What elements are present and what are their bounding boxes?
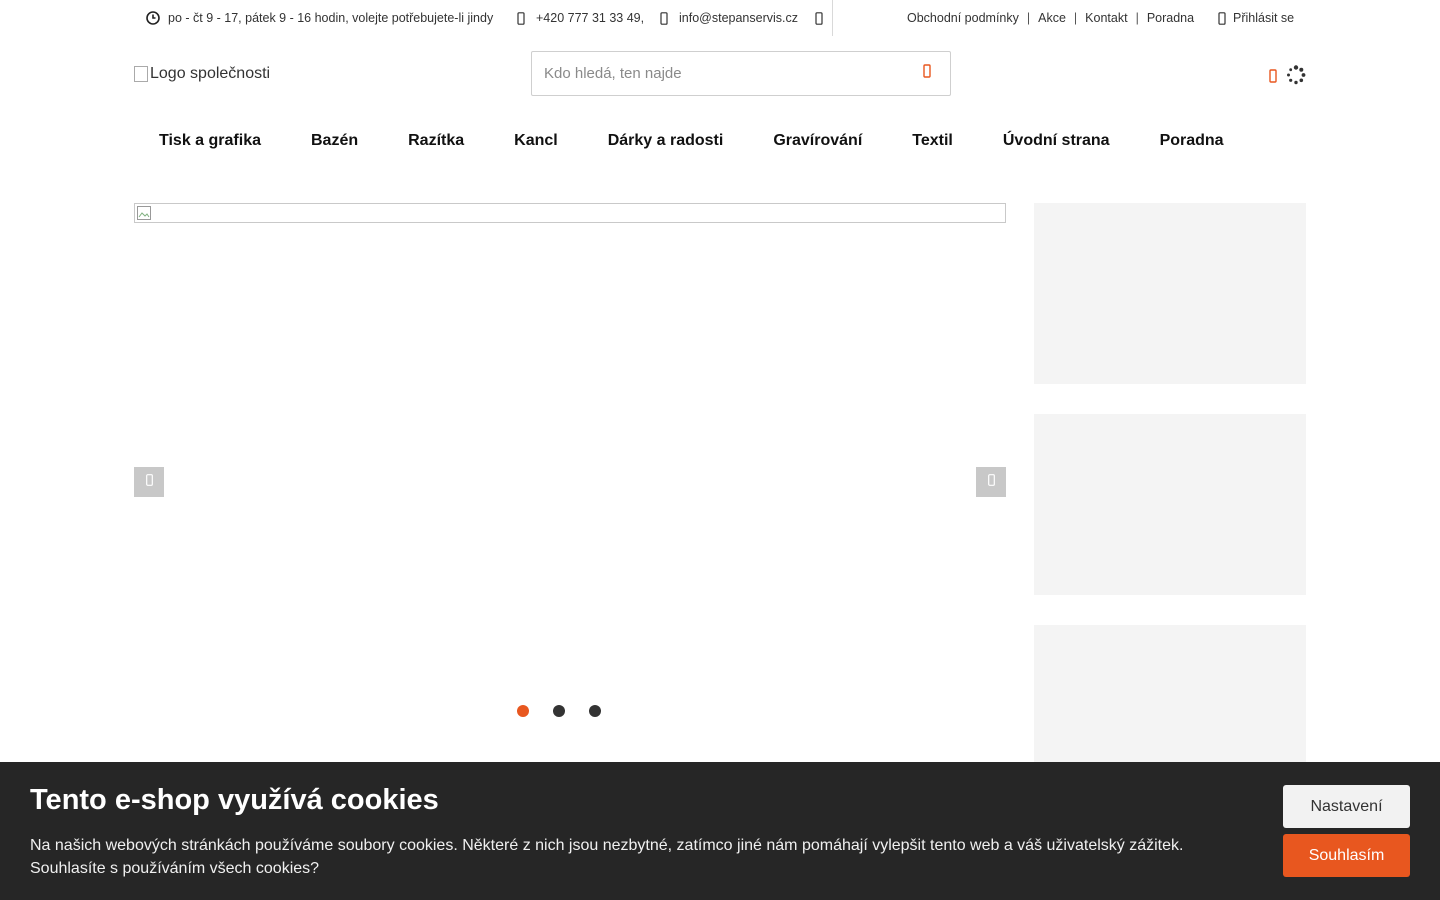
top-info-bar: po - čt 9 - 17, pátek 9 - 16 hodin, vole… (0, 0, 1440, 36)
search-box (531, 51, 951, 96)
carousel-dot-3[interactable] (589, 705, 601, 717)
cookie-consent-bar: Tento e-shop využívá cookies Na našich w… (0, 762, 1440, 900)
carousel-prev-button[interactable] (134, 467, 164, 497)
cookie-accept-button[interactable]: Souhlasím (1283, 834, 1410, 877)
link-separator: | (1026, 11, 1031, 25)
carousel-dot-1[interactable] (517, 705, 529, 717)
link-separator: | (1073, 11, 1078, 25)
hero-carousel (134, 203, 1006, 733)
nav-item-poradna[interactable]: Poradna (1135, 132, 1249, 150)
link-obchodni-podminky[interactable]: Obchodní podmínky (907, 11, 1019, 25)
search-icon (923, 64, 931, 83)
company-logo[interactable]: Logo společnosti (134, 62, 270, 86)
side-banner-1[interactable] (1034, 203, 1306, 384)
main-navigation: Tisk a grafika Bazén Razítka Kancl Dárky… (134, 122, 1249, 160)
login-link[interactable]: Přihlásit se (1218, 0, 1294, 36)
facebook-icon[interactable] (812, 11, 826, 25)
facebook-link[interactable] (812, 0, 834, 36)
logo-alt-text: Logo společnosti (150, 65, 271, 82)
clock-icon (146, 11, 160, 25)
cookie-settings-button[interactable]: Nastavení (1283, 785, 1410, 828)
nav-item-textil[interactable]: Textil (887, 132, 978, 150)
cart-icon[interactable] (1266, 66, 1280, 86)
link-poradna[interactable]: Poradna (1147, 11, 1194, 25)
nav-item-bazen[interactable]: Bazén (286, 132, 383, 150)
phone-icon (514, 11, 528, 25)
envelope-icon (657, 11, 671, 25)
nav-item-darky-a-radosti[interactable]: Dárky a radosti (583, 132, 749, 150)
side-banner-2[interactable] (1034, 414, 1306, 595)
nav-item-uvodni-strana[interactable]: Úvodní strana (978, 132, 1135, 150)
nav-item-tisk-a-grafika[interactable]: Tisk a grafika (134, 132, 286, 150)
phone-contact[interactable]: +420 777 31 33 49, (514, 0, 644, 36)
link-separator: | (1135, 11, 1139, 25)
link-kontakt[interactable]: Kontakt (1085, 11, 1127, 25)
broken-image-icon (137, 206, 151, 220)
nav-item-kancl[interactable]: Kancl (489, 132, 583, 150)
cookie-description: Na našich webových stránkách používáme s… (30, 837, 1184, 877)
user-icon (1218, 11, 1226, 25)
broken-image-icon (134, 66, 148, 82)
spinner-icon (1286, 65, 1306, 85)
email-address[interactable]: info@stepanservis.cz (679, 11, 798, 25)
search-input[interactable] (532, 52, 904, 95)
nav-item-gravirovani[interactable]: Gravírování (748, 132, 887, 150)
carousel-pagination (517, 705, 601, 717)
login-label[interactable]: Přihlásit se (1233, 11, 1294, 25)
phone-number[interactable]: +420 777 31 33 49, (536, 11, 644, 25)
topbar-links: Obchodní podmínky | Akce | Kontakt | Por… (907, 0, 1194, 36)
email-contact[interactable]: info@stepanservis.cz (657, 0, 798, 36)
opening-hours: po - čt 9 - 17, pátek 9 - 16 hodin, vole… (146, 0, 493, 36)
topbar-divider (832, 0, 833, 36)
carousel-slide-image[interactable] (134, 203, 1006, 223)
nav-item-razitka[interactable]: Razítka (383, 132, 489, 150)
carousel-next-button[interactable] (976, 467, 1006, 497)
link-akce[interactable]: Akce (1038, 11, 1066, 25)
cookie-title: Tento e-shop využívá cookies (30, 784, 439, 816)
carousel-dot-2[interactable] (553, 705, 565, 717)
opening-hours-text: po - čt 9 - 17, pátek 9 - 16 hodin, vole… (168, 11, 494, 25)
search-button[interactable] (904, 52, 950, 95)
chevron-right-icon (987, 473, 995, 491)
chevron-left-icon (145, 473, 153, 491)
